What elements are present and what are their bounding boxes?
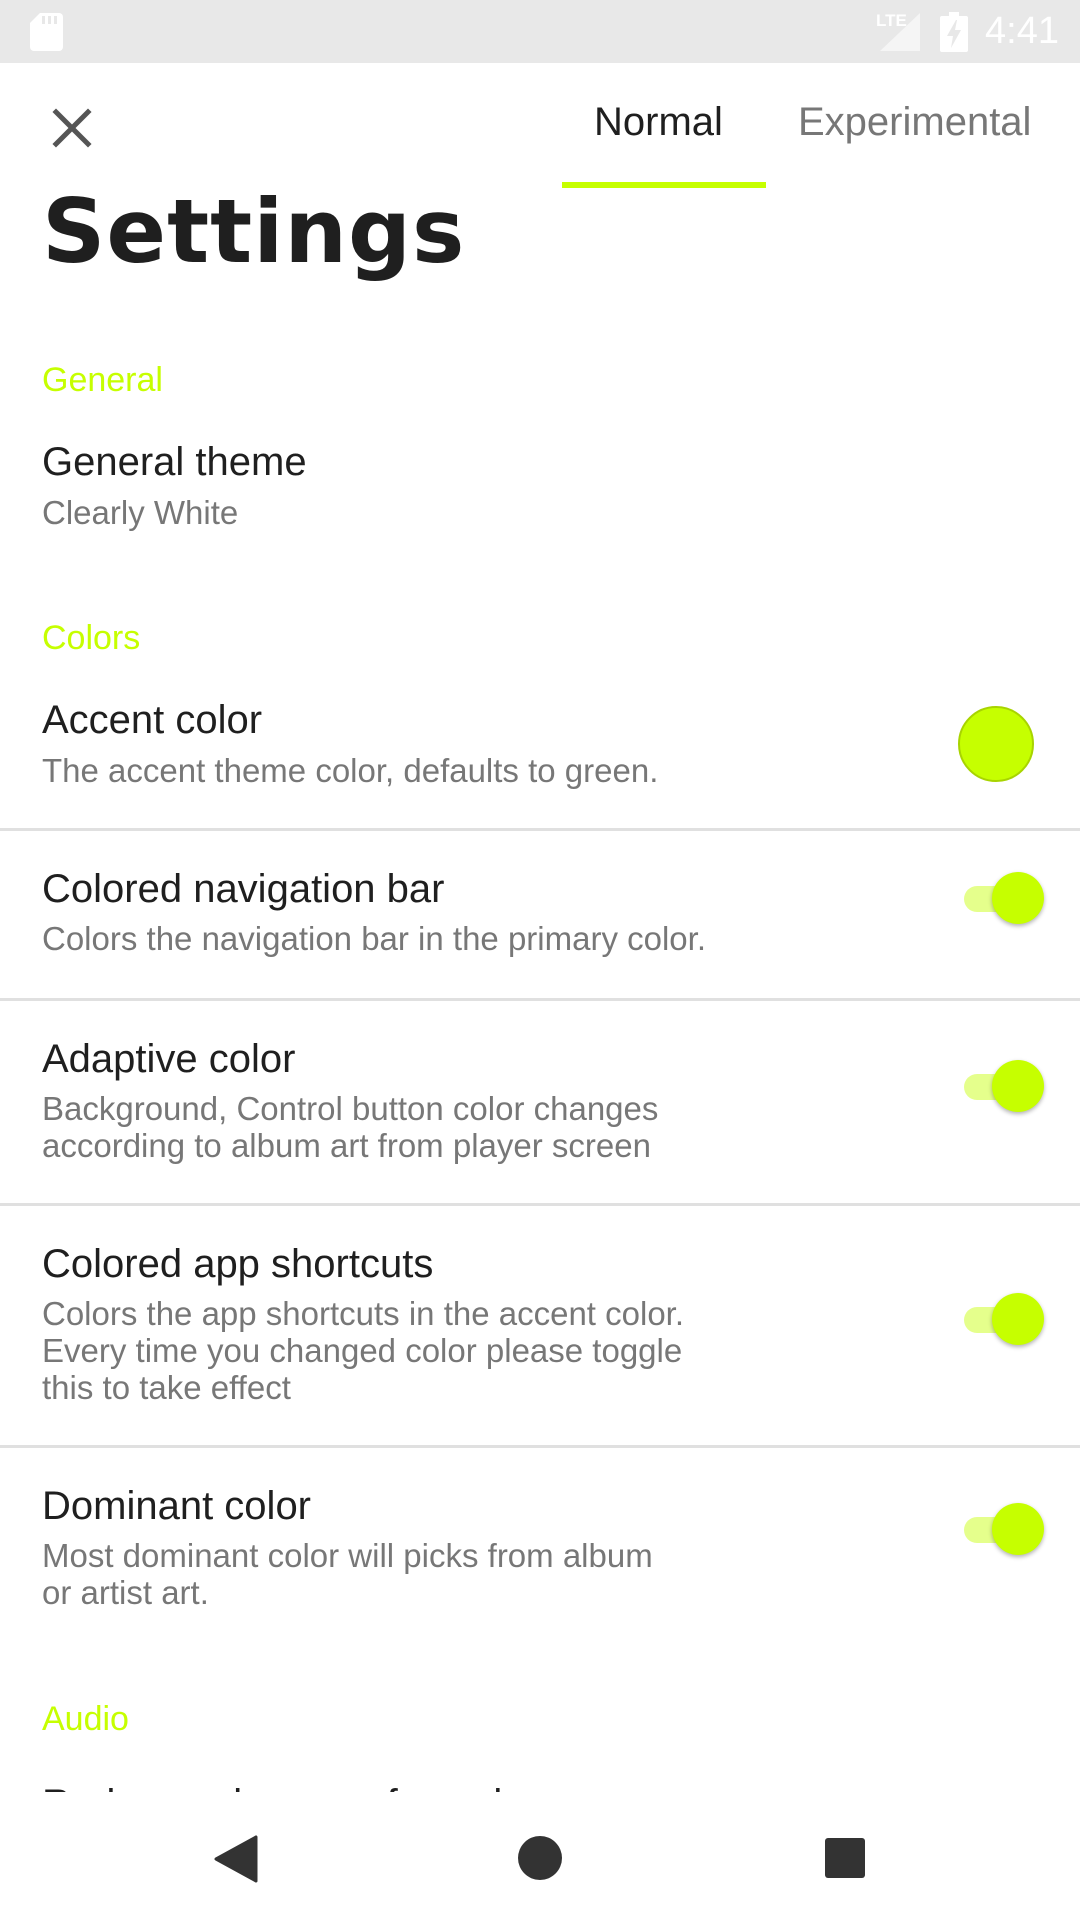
section-header-audio: Audio [42, 1700, 129, 1738]
back-icon[interactable] [214, 1835, 258, 1883]
setting-title: Dominant color [42, 1484, 312, 1528]
divider [0, 998, 1080, 1001]
recents-icon[interactable] [825, 1838, 865, 1878]
tab-experimental[interactable]: Experimental [798, 100, 1031, 145]
setting-summary: The accent theme color, defaults to gree… [42, 752, 659, 789]
setting-summary: Colors the navigation bar in the primary… [42, 920, 706, 957]
setting-adaptive-color[interactable]: Adaptive color Background, Control butto… [0, 1032, 1080, 1204]
setting-summary-line: or artist art. [42, 1574, 209, 1611]
adaptive-color-toggle[interactable] [962, 1056, 1046, 1116]
close-icon[interactable] [46, 102, 98, 154]
setting-title: Colored navigation bar [42, 867, 445, 911]
dominant-color-toggle[interactable] [962, 1499, 1046, 1559]
battery-charging-icon [940, 12, 968, 52]
setting-title: General theme [42, 440, 307, 484]
setting-summary-line: Every time you changed color please togg… [42, 1332, 683, 1369]
home-icon[interactable] [518, 1836, 562, 1880]
setting-title: Colored app shortcuts [42, 1242, 434, 1286]
status-time: 4:41 [985, 10, 1059, 52]
accent-color-swatch[interactable] [958, 706, 1034, 782]
divider [0, 1445, 1080, 1448]
section-header-colors: Colors [42, 619, 141, 657]
status-bar: LTE 4:41 [0, 0, 1080, 63]
setting-summary-line: this to take effect [42, 1369, 291, 1406]
divider [0, 828, 1080, 831]
colored-navigation-bar-toggle[interactable] [962, 868, 1046, 928]
setting-partial-row[interactable]: Reduce volume on focus loss [42, 1762, 842, 1792]
setting-general-theme[interactable]: General theme Clearly White [0, 430, 1080, 550]
setting-title-partial: Reduce volume on focus loss [42, 1782, 842, 1792]
setting-summary-line: Most dominant color will picks from albu… [42, 1537, 653, 1574]
colored-app-shortcuts-toggle[interactable] [962, 1289, 1046, 1349]
divider [0, 1203, 1080, 1206]
setting-summary: Clearly White [42, 494, 239, 531]
setting-summary-line: according to album art from player scree… [42, 1127, 651, 1164]
setting-colored-app-shortcuts[interactable]: Colored app shortcuts Colors the app sho… [0, 1237, 1080, 1447]
tab-indicator [562, 182, 766, 188]
section-header-general: General [42, 361, 163, 399]
sd-card-icon [30, 13, 63, 51]
setting-title: Accent color [42, 698, 263, 742]
tab-normal[interactable]: Normal [594, 100, 723, 145]
setting-accent-color[interactable]: Accent color The accent theme color, def… [0, 690, 1080, 828]
setting-summary-line: Background, Control button color changes [42, 1090, 659, 1127]
network-type-label: LTE [876, 11, 907, 30]
setting-colored-navigation-bar[interactable]: Colored navigation bar Colors the naviga… [0, 862, 1080, 998]
setting-dominant-color[interactable]: Dominant color Most dominant color will … [0, 1479, 1080, 1639]
setting-summary-line: Colors the app shortcuts in the accent c… [42, 1295, 685, 1332]
setting-title: Adaptive color [42, 1037, 296, 1081]
page-title: Settings [42, 180, 466, 283]
